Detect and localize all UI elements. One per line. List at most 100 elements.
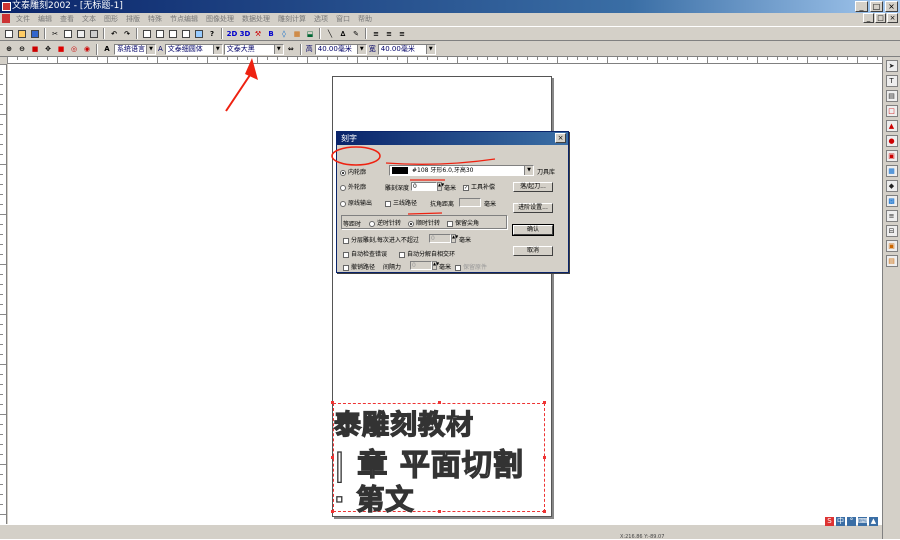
three-line-path-checkbox[interactable]: 三线路径 bbox=[385, 198, 417, 207]
scan-icon[interactable] bbox=[167, 28, 179, 40]
fill-color-icon[interactable]: ■ bbox=[55, 43, 67, 55]
bold-button[interactable]: B bbox=[265, 28, 277, 40]
cancel-button[interactable]: 取消 bbox=[513, 246, 553, 256]
distribute-icon[interactable]: ⊟ bbox=[885, 225, 898, 237]
open-icon[interactable] bbox=[16, 28, 28, 40]
ok-button[interactable]: 确认 bbox=[512, 224, 554, 236]
menu-data[interactable]: 数据处理 bbox=[238, 14, 274, 24]
resize-icon[interactable]: ⇔ bbox=[285, 43, 297, 55]
text-icon[interactable]: A bbox=[101, 43, 113, 55]
align-left-icon[interactable]: ≡ bbox=[370, 28, 382, 40]
doc-minimize-button[interactable]: _ bbox=[863, 13, 874, 23]
ime-keyboard-icon[interactable]: ⌨ bbox=[858, 517, 868, 526]
layered-engrave-input[interactable]: 0 bbox=[429, 234, 451, 243]
outer-contour-radio[interactable]: 外轮廓 bbox=[340, 182, 366, 191]
pencil-icon[interactable]: ✎ bbox=[350, 28, 362, 40]
clockwise-radio[interactable]: 顺时针转 bbox=[408, 218, 440, 227]
table-icon[interactable]: ▦ bbox=[885, 165, 898, 177]
tool-c-icon[interactable]: ◆ bbox=[885, 180, 898, 192]
ime-menu-icon[interactable]: ▲ bbox=[869, 517, 878, 526]
tool-library-link[interactable]: 刀具库 bbox=[537, 167, 555, 176]
original-output-radio[interactable]: 原线输出 bbox=[340, 198, 372, 207]
ime-chinese-icon[interactable]: 中 bbox=[836, 517, 845, 526]
menu-edit[interactable]: 编辑 bbox=[34, 14, 56, 24]
selection-handle[interactable] bbox=[543, 401, 546, 404]
properties-icon[interactable] bbox=[193, 28, 205, 40]
print-icon[interactable] bbox=[88, 28, 100, 40]
selection-handle[interactable] bbox=[438, 510, 441, 513]
menu-text[interactable]: 文本 bbox=[78, 14, 100, 24]
rectangle-icon[interactable]: □ bbox=[885, 105, 898, 117]
zoom-page-icon[interactable]: ◉ bbox=[81, 43, 93, 55]
advanced-settings-button[interactable]: 进阶设置... bbox=[513, 203, 553, 213]
new-icon[interactable] bbox=[3, 28, 15, 40]
export-icon[interactable] bbox=[154, 28, 166, 40]
keep-origin-checkbox[interactable]: 保留原件 bbox=[455, 262, 487, 271]
tool-select[interactable]: #108 牙形6.0,牙高30 ▼ bbox=[389, 165, 534, 176]
tool-b-icon[interactable]: ▣ bbox=[885, 150, 898, 162]
selection-handle[interactable] bbox=[543, 510, 546, 513]
zoom-all-icon[interactable]: ◎ bbox=[68, 43, 80, 55]
align-icon[interactable]: ≡ bbox=[885, 210, 898, 222]
close-button[interactable]: × bbox=[885, 1, 898, 12]
menu-window[interactable]: 窗口 bbox=[332, 14, 354, 24]
width-input[interactable]: 40.00毫米 ▼ bbox=[377, 43, 436, 55]
counter-clockwise-radio[interactable]: 逆时针转 bbox=[369, 218, 401, 227]
font-style-select[interactable]: 文泰大黑 ▼ bbox=[223, 43, 284, 55]
line-tool-icon[interactable]: ╲ bbox=[324, 28, 336, 40]
canvas-text-line3[interactable]: · 第文 bbox=[333, 478, 414, 518]
undo-icon[interactable]: ↶ bbox=[108, 28, 120, 40]
gap-spinner[interactable]: ▲▼ bbox=[432, 261, 439, 270]
retract-button[interactable]: 落/起刀... bbox=[513, 182, 553, 192]
selection-handle[interactable] bbox=[543, 456, 546, 459]
pan-icon[interactable]: ✥ bbox=[42, 43, 54, 55]
menu-engrave-calc[interactable]: 雕刻计算 bbox=[274, 14, 310, 24]
canvas-text-line1[interactable]: 泰雕刻教材 bbox=[333, 403, 474, 442]
maximize-button[interactable]: □ bbox=[870, 1, 883, 12]
tool-f-icon[interactable]: ▤ bbox=[885, 255, 898, 267]
language-select[interactable]: 系统语言 ▼ bbox=[114, 43, 156, 55]
dialog-close-button[interactable]: × bbox=[555, 133, 566, 143]
tool-path-icon[interactable]: ⬓ bbox=[304, 28, 316, 40]
align-center-icon[interactable]: ≡ bbox=[383, 28, 395, 40]
auto-check-checkbox[interactable]: 自动检查错误 bbox=[343, 249, 387, 258]
doc-close-button[interactable]: × bbox=[887, 13, 898, 23]
cut-icon[interactable]: ✂ bbox=[49, 28, 61, 40]
menu-help[interactable]: 帮助 bbox=[354, 14, 376, 24]
layered-engrave-checkbox[interactable]: 分层雕刻,每次进入不超过 bbox=[343, 235, 419, 244]
tool-d-icon[interactable]: ▩ bbox=[885, 195, 898, 207]
select-arrow-icon[interactable]: ➤ bbox=[885, 60, 898, 72]
doc-restore-button[interactable]: □ bbox=[875, 13, 886, 23]
import-icon[interactable] bbox=[141, 28, 153, 40]
font-select[interactable]: 文泰细圆体 ▼ bbox=[164, 43, 223, 55]
shape-icon[interactable]: ▤ bbox=[885, 90, 898, 102]
auto-decompose-checkbox[interactable]: 自动分解自相交环 bbox=[399, 249, 455, 258]
height-input[interactable]: 40.00毫米 ▼ bbox=[314, 43, 367, 55]
frame-icon[interactable] bbox=[180, 28, 192, 40]
save-icon[interactable] bbox=[29, 28, 41, 40]
layered-engrave-spinner[interactable]: ▲▼ bbox=[451, 234, 458, 243]
contour-icon[interactable]: ◊ bbox=[278, 28, 290, 40]
engrave-width-input[interactable]: 0 bbox=[411, 182, 437, 191]
menu-options[interactable]: 选项 bbox=[310, 14, 332, 24]
menu-node-edit[interactable]: 节点编辑 bbox=[166, 14, 202, 24]
align-right-icon[interactable]: ≡ bbox=[396, 28, 408, 40]
keep-sharp-corner-checkbox[interactable]: 保留尖角 bbox=[447, 218, 479, 227]
zoom-window-icon[interactable]: ■ bbox=[29, 43, 41, 55]
view-3d-button[interactable]: 3D bbox=[239, 28, 251, 40]
tool-compensation-checkbox[interactable]: ✓ 工具补偿 bbox=[463, 182, 495, 191]
gap-input[interactable]: 0 bbox=[410, 261, 432, 270]
tool-e-icon[interactable]: ▣ bbox=[885, 240, 898, 252]
offset-distance-input[interactable] bbox=[459, 198, 481, 207]
texture-icon[interactable]: ▦ bbox=[291, 28, 303, 40]
node-tool-icon[interactable]: ∆ bbox=[337, 28, 349, 40]
view-2d-button[interactable]: 2D bbox=[226, 28, 238, 40]
engrave-tool-icon[interactable]: ⚒ bbox=[252, 28, 264, 40]
menu-file[interactable]: 文件 bbox=[12, 14, 34, 24]
zoom-in-icon[interactable]: ⊕ bbox=[3, 43, 15, 55]
engrave-width-spinner[interactable]: ▲▼ bbox=[437, 182, 444, 191]
menu-layout[interactable]: 排版 bbox=[122, 14, 144, 24]
help-icon[interactable]: ? bbox=[206, 28, 218, 40]
copy-icon[interactable] bbox=[62, 28, 74, 40]
zoom-out-icon[interactable]: ⊖ bbox=[16, 43, 28, 55]
